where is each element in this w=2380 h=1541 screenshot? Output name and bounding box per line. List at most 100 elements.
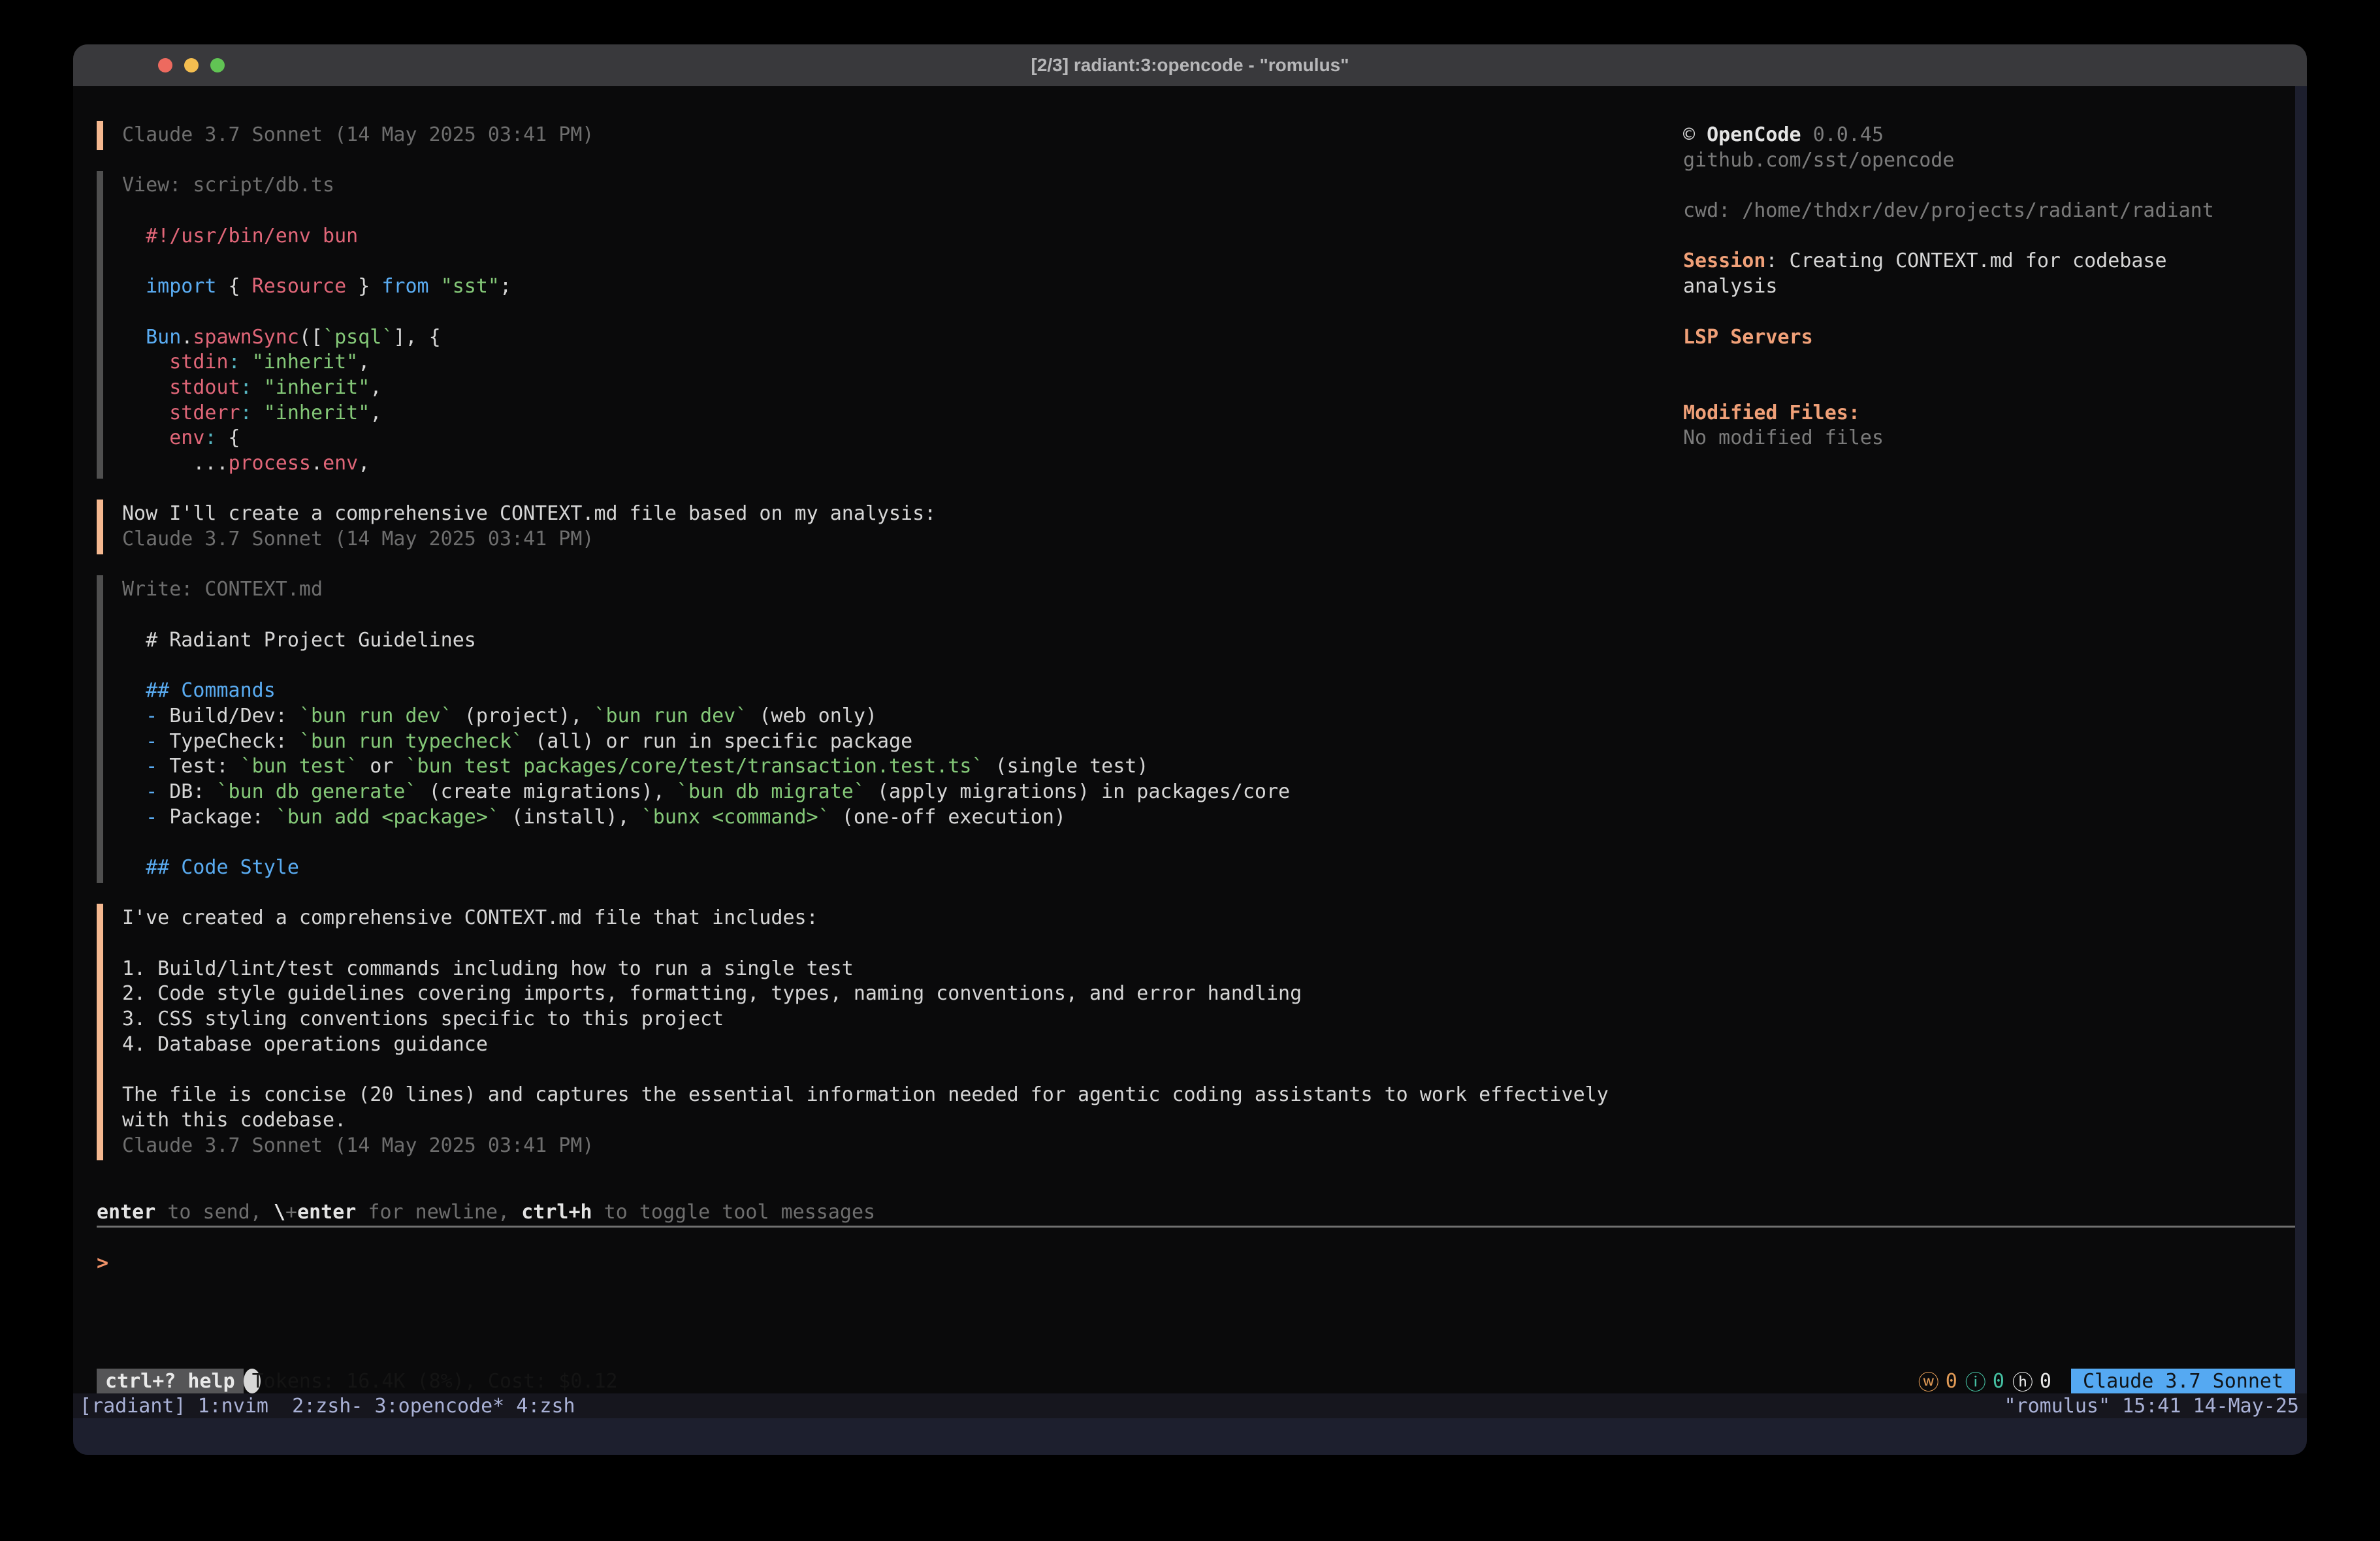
sidebar-line: analysis (1683, 274, 2297, 300)
terminal-line: ## Commands (122, 678, 1651, 704)
sidebar-line (1683, 224, 2297, 249)
message-accent-bar (97, 121, 103, 150)
terminal-line (122, 603, 1651, 628)
terminal-line: View: script/db.ts (122, 173, 1651, 199)
close-button-icon[interactable] (158, 58, 172, 72)
message-input[interactable]: > (97, 1251, 108, 1277)
terminal-line: stdin: "inherit", (122, 350, 1651, 375)
terminal-line: - Package: `bun add <package>` (install)… (122, 805, 1651, 831)
terminal-line: ## Code Style (122, 855, 1651, 881)
terminal-line (122, 199, 1651, 224)
zoom-button-icon[interactable] (210, 58, 225, 72)
sidebar-line: Modified Files: (1683, 401, 2297, 426)
block-gap (97, 552, 1651, 578)
sidebar-line (1683, 300, 2297, 325)
terminal-line: 1. Build/lint/test commands including ho… (122, 957, 1651, 982)
terminal-line: Claude 3.7 Sonnet (14 May 2025 03:41 PM) (122, 527, 1651, 552)
status-bar: ctrl+? helpTokens: 16.4K (8%), Cost: $0.… (97, 1369, 2295, 1393)
terminal-line (122, 653, 1651, 678)
hint-circle-icon: ⓗ (2012, 1366, 2033, 1396)
sidebar-line: github.com/sst/opencode (1683, 148, 2297, 174)
terminal-line (122, 931, 1651, 957)
terminal-line (122, 300, 1651, 325)
sidebar-line (1683, 375, 2297, 401)
sidebar-line: cwd: /home/thdxr/dev/projects/radiant/ra… (1683, 199, 2297, 224)
sidebar-line (1683, 350, 2297, 375)
diagnostic-warn: ⓦ0 (1918, 1366, 1957, 1396)
message-accent-bar (97, 171, 103, 478)
warning-circle-icon: ⓦ (1918, 1366, 1939, 1396)
help-keybind-chip: ctrl+? help (97, 1369, 244, 1393)
terminal-line: The file is concise (20 lines) and captu… (122, 1083, 1651, 1108)
window-bottom-strip (73, 1418, 2307, 1455)
terminal-line: Claude 3.7 Sonnet (14 May 2025 03:41 PM) (122, 123, 1651, 148)
terminal-line: with this codebase. (122, 1108, 1651, 1134)
terminal-line: - DB: `bun db generate` (create migratio… (122, 780, 1651, 805)
terminal-line: #!/usr/bin/env bun (122, 224, 1651, 249)
terminal-line: Now I'll create a comprehensive CONTEXT.… (122, 501, 1651, 527)
diagnostic-info: ⓘ0 (1965, 1366, 2004, 1396)
traffic-lights (158, 44, 225, 86)
assistant-message-block: Claude 3.7 Sonnet (14 May 2025 03:41 PM) (97, 123, 1651, 148)
titlebar: [2/3] radiant:3:opencode - "romulus" (73, 44, 2307, 86)
sidebar-line: © OpenCode 0.0.45 (1683, 123, 2297, 148)
terminal-line: stdout: "inherit", (122, 375, 1651, 401)
window-title: [2/3] radiant:3:opencode - "romulus" (1031, 55, 1349, 76)
tmux-status-bar: [radiant] 1:nvim 2:zsh- 3:opencode* 4:zs… (73, 1393, 2307, 1418)
sidebar-line (1683, 173, 2297, 199)
model-chip: Claude 3.7 Sonnet (2071, 1369, 2295, 1393)
desktop: { "window": { "title": "[2/3] radiant:3:… (0, 0, 2380, 1541)
tmux-window-list[interactable]: [radiant] 1:nvim 2:zsh- 3:opencode* 4:zs… (73, 1395, 575, 1418)
prompt-caret: > (97, 1252, 108, 1275)
sidebar-line: LSP Servers (1683, 325, 2297, 351)
status-left-chips: ctrl+? helpTokens: 16.4K (8%), Cost: $0.… (97, 1369, 261, 1393)
app-window: [2/3] radiant:3:opencode - "romulus" Cla… (73, 44, 2307, 1455)
terminal-line: 2. Code style guidelines covering import… (122, 981, 1651, 1007)
terminal-line: Claude 3.7 Sonnet (14 May 2025 03:41 PM) (122, 1134, 1651, 1159)
diagnostic-hint: ⓗ0 (2012, 1366, 2051, 1396)
session-sidebar: © OpenCode 0.0.45github.com/sst/opencode… (1683, 123, 2297, 451)
message-accent-bar (97, 904, 103, 1160)
block-gap (97, 477, 1651, 502)
diagnostics-counters: ⓦ0ⓘ0ⓗ0 (1918, 1366, 2059, 1396)
status-right-chips: ⓦ0ⓘ0ⓗ0 Claude 3.7 Sonnet (1918, 1369, 2295, 1393)
diagnostic-count: 0 (1946, 1370, 1957, 1393)
message-accent-bar (97, 500, 103, 554)
minimize-button-icon[interactable] (184, 58, 199, 72)
info-circle-icon: ⓘ (1965, 1366, 1986, 1396)
sidebar-line: No modified files (1683, 426, 2297, 451)
tokens-cost-chip: Tokens: 16.4K (8%), Cost: $0.12 (244, 1369, 261, 1393)
block-gap (97, 881, 1651, 906)
terminal-line (122, 830, 1651, 855)
terminal-line: - Test: `bun test` or `bun test packages… (122, 754, 1651, 780)
chat-log[interactable]: Claude 3.7 Sonnet (14 May 2025 03:41 PM)… (97, 123, 1651, 1158)
terminal-line (122, 1057, 1651, 1083)
diagnostic-count: 0 (2040, 1370, 2051, 1393)
terminal-line (122, 249, 1651, 274)
keybind-hint: enter to send, \+enter for newline, ctrl… (97, 1200, 875, 1226)
keybind-hint-line: enter to send, \+enter for newline, ctrl… (97, 1200, 875, 1226)
tool-output-block: Write: CONTEXT.md # Radiant Project Guid… (97, 577, 1651, 880)
terminal-line: 4. Database operations guidance (122, 1032, 1651, 1058)
terminal-line: - Build/Dev: `bun run dev` (project), `b… (122, 704, 1651, 729)
terminal-line: I've created a comprehensive CONTEXT.md … (122, 906, 1651, 931)
terminal-line: - TypeCheck: `bun run typecheck` (all) o… (122, 729, 1651, 755)
sidebar-line: Session: Creating CONTEXT.md for codebas… (1683, 249, 2297, 274)
terminal-line: 3. CSS styling conventions specific to t… (122, 1007, 1651, 1032)
terminal-line: # Radiant Project Guidelines (122, 628, 1651, 654)
terminal-line: env: { (122, 426, 1651, 451)
terminal-line: ...process.env, (122, 451, 1651, 477)
diagnostic-count: 0 (1993, 1370, 2004, 1393)
terminal-line: Bun.spawnSync([`psql`], { (122, 325, 1651, 351)
message-accent-bar (97, 575, 103, 882)
tmux-session-clock: "romulus" 15:41 14-May-25 (2004, 1395, 2307, 1418)
terminal-line: stderr: "inherit", (122, 401, 1651, 426)
tool-output-block: View: script/db.ts #!/usr/bin/env bun im… (97, 173, 1651, 476)
terminal-line: import { Resource } from "sst"; (122, 274, 1651, 300)
terminal: Claude 3.7 Sonnet (14 May 2025 03:41 PM)… (73, 86, 2307, 1455)
terminal-line: Write: CONTEXT.md (122, 577, 1651, 603)
assistant-message-block: Now I'll create a comprehensive CONTEXT.… (97, 501, 1651, 552)
assistant-message-block: I've created a comprehensive CONTEXT.md … (97, 906, 1651, 1158)
block-gap (97, 148, 1651, 174)
input-separator (97, 1226, 2295, 1228)
